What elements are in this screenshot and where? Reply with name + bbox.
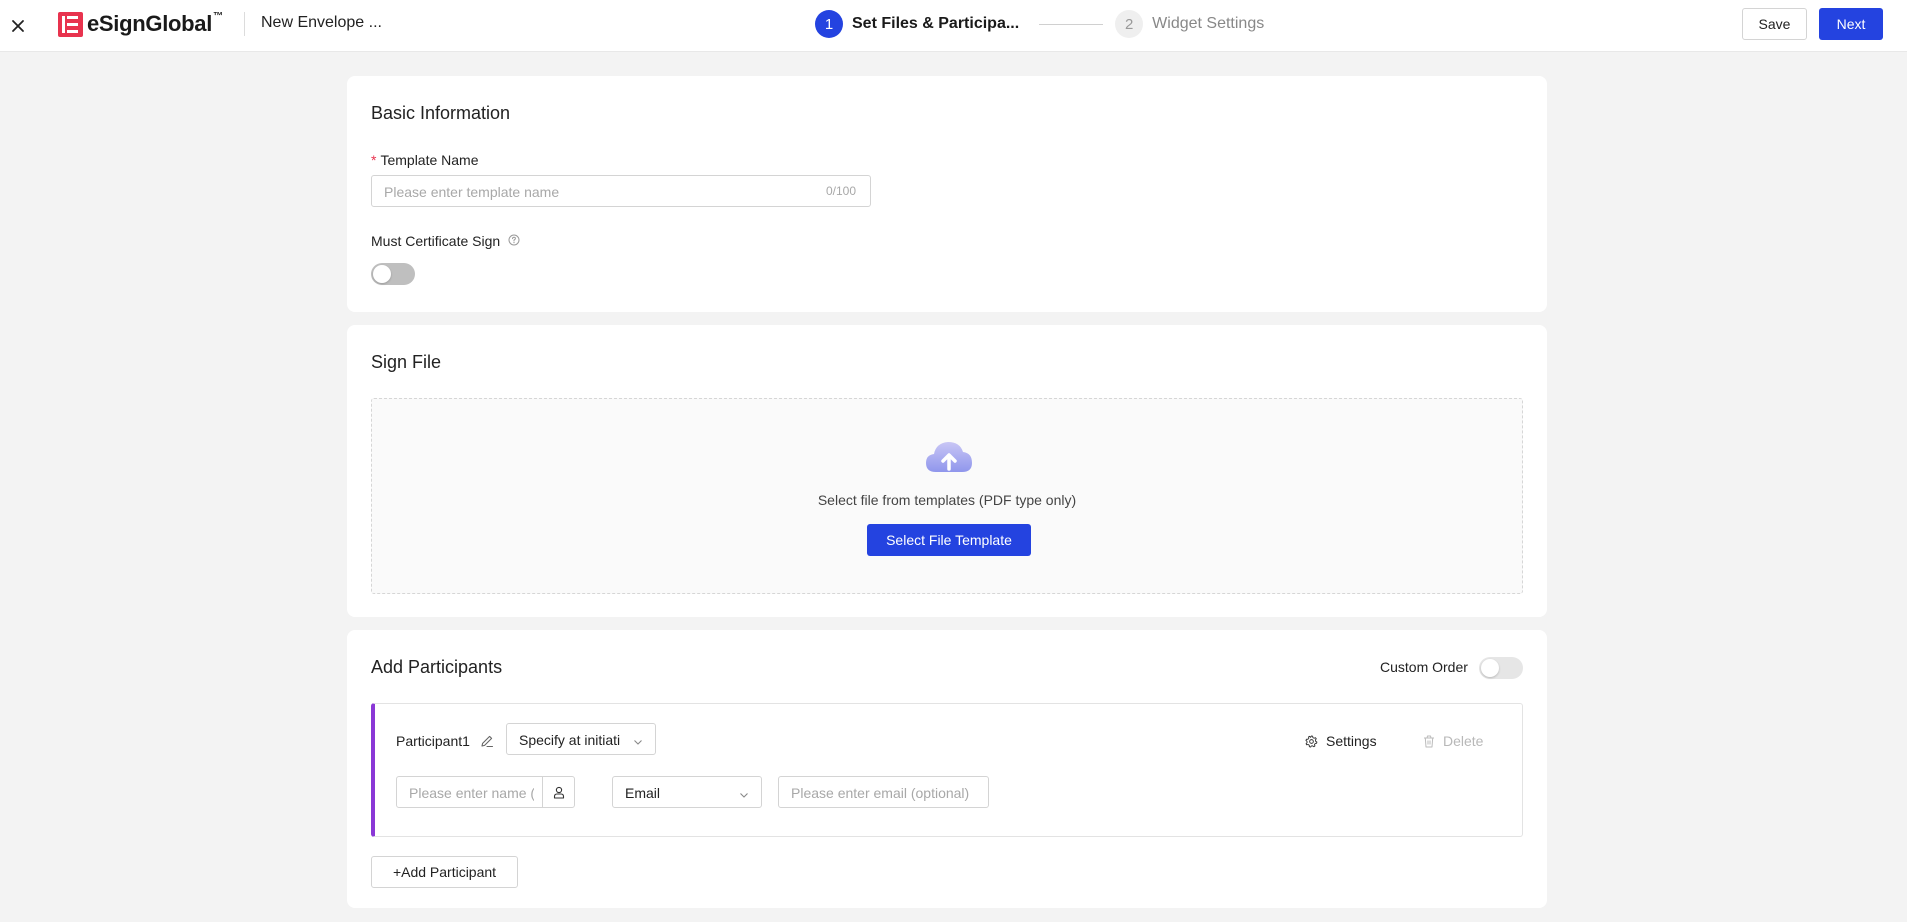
sign-file-card: Sign File Select file from templates (PD… [347, 325, 1547, 617]
step-indicator: 1 Set Files & Participa... 2 Widget Sett… [815, 10, 1264, 38]
user-icon [553, 786, 565, 799]
settings-label: Settings [1326, 733, 1377, 749]
toggle-knob [373, 265, 391, 283]
step-2-number: 2 [1115, 10, 1144, 38]
must-certificate-sign-toggle[interactable] [371, 263, 415, 285]
participant-role-select[interactable]: Specify at initiati [506, 723, 656, 755]
edit-icon[interactable] [480, 734, 494, 753]
chevron-down-icon [633, 734, 643, 752]
participant-name-input[interactable] [409, 784, 534, 802]
required-asterisk: * [371, 152, 377, 168]
help-icon[interactable] [508, 233, 520, 249]
cloud-upload-icon [924, 438, 974, 481]
template-name-label: * Template Name [371, 152, 479, 168]
participant-name: Participant1 [396, 733, 470, 749]
participant-role-value: Specify at initiati [519, 732, 621, 748]
delete-label: Delete [1443, 733, 1484, 749]
contact-type-select[interactable]: Email [612, 776, 762, 808]
top-bar: eSignGlobal ™ New Envelope ... 1 Set Fil… [0, 0, 1907, 52]
next-button[interactable]: Next [1819, 8, 1883, 40]
participant-email-field[interactable] [778, 776, 989, 808]
custom-order-label: Custom Order [1380, 659, 1468, 675]
template-name-input[interactable] [384, 183, 804, 201]
must-certificate-sign-label: Must Certificate Sign [371, 233, 520, 250]
add-participant-button[interactable]: +Add Participant [371, 856, 518, 888]
header-divider [244, 12, 245, 36]
save-button[interactable]: Save [1742, 8, 1807, 40]
add-participants-title: Add Participants [371, 657, 503, 677]
participant-delete-button[interactable]: Delete [1423, 733, 1483, 749]
step-connector [1039, 23, 1104, 25]
custom-order-toggle[interactable] [1479, 657, 1523, 679]
chevron-down-icon [739, 787, 749, 805]
logo-mark-icon [58, 11, 83, 37]
step-1-label: Set Files & Participa... [852, 15, 1020, 32]
step-1-number: 1 [815, 10, 843, 38]
template-name-label-text: Template Name [380, 152, 479, 168]
trademark-mark: ™ [213, 10, 224, 22]
brand-name: eSignGlobal [87, 11, 213, 36]
step-2-label: Widget Settings [1152, 15, 1265, 32]
participant-name-field[interactable] [396, 776, 543, 808]
add-participants-card: Add Participants Custom Order Participan… [347, 630, 1547, 908]
must-certificate-sign-text: Must Certificate Sign [371, 233, 501, 249]
basic-information-card: Basic Information *Template Name 0/100 M… [347, 76, 1547, 312]
gear-icon [1305, 734, 1318, 748]
brand-logo: eSignGlobal ™ [58, 11, 223, 37]
toggle-knob [1481, 659, 1499, 677]
sign-file-title: Sign File [371, 352, 442, 372]
basic-information-title: Basic Information [371, 103, 511, 123]
file-dropzone[interactable]: Select file from templates (PDF type onl… [371, 398, 1523, 594]
close-icon[interactable] [5, 13, 31, 39]
dropzone-hint: Select file from templates (PDF type onl… [817, 492, 1077, 508]
contacts-picker-button[interactable] [542, 776, 575, 808]
trash-icon [1423, 735, 1435, 748]
template-name-counter: 0/100 [825, 184, 856, 198]
participant-row: Participant1 Specify at initiati Setting… [371, 703, 1523, 837]
contact-type-value: Email [625, 785, 661, 801]
participant-settings-button[interactable]: Settings [1305, 733, 1377, 749]
template-name-field[interactable]: 0/100 [371, 175, 871, 207]
envelope-title: New Envelope ... [261, 14, 382, 31]
participant-email-input[interactable] [791, 784, 981, 802]
select-file-template-button[interactable]: Select File Template [867, 524, 1031, 556]
